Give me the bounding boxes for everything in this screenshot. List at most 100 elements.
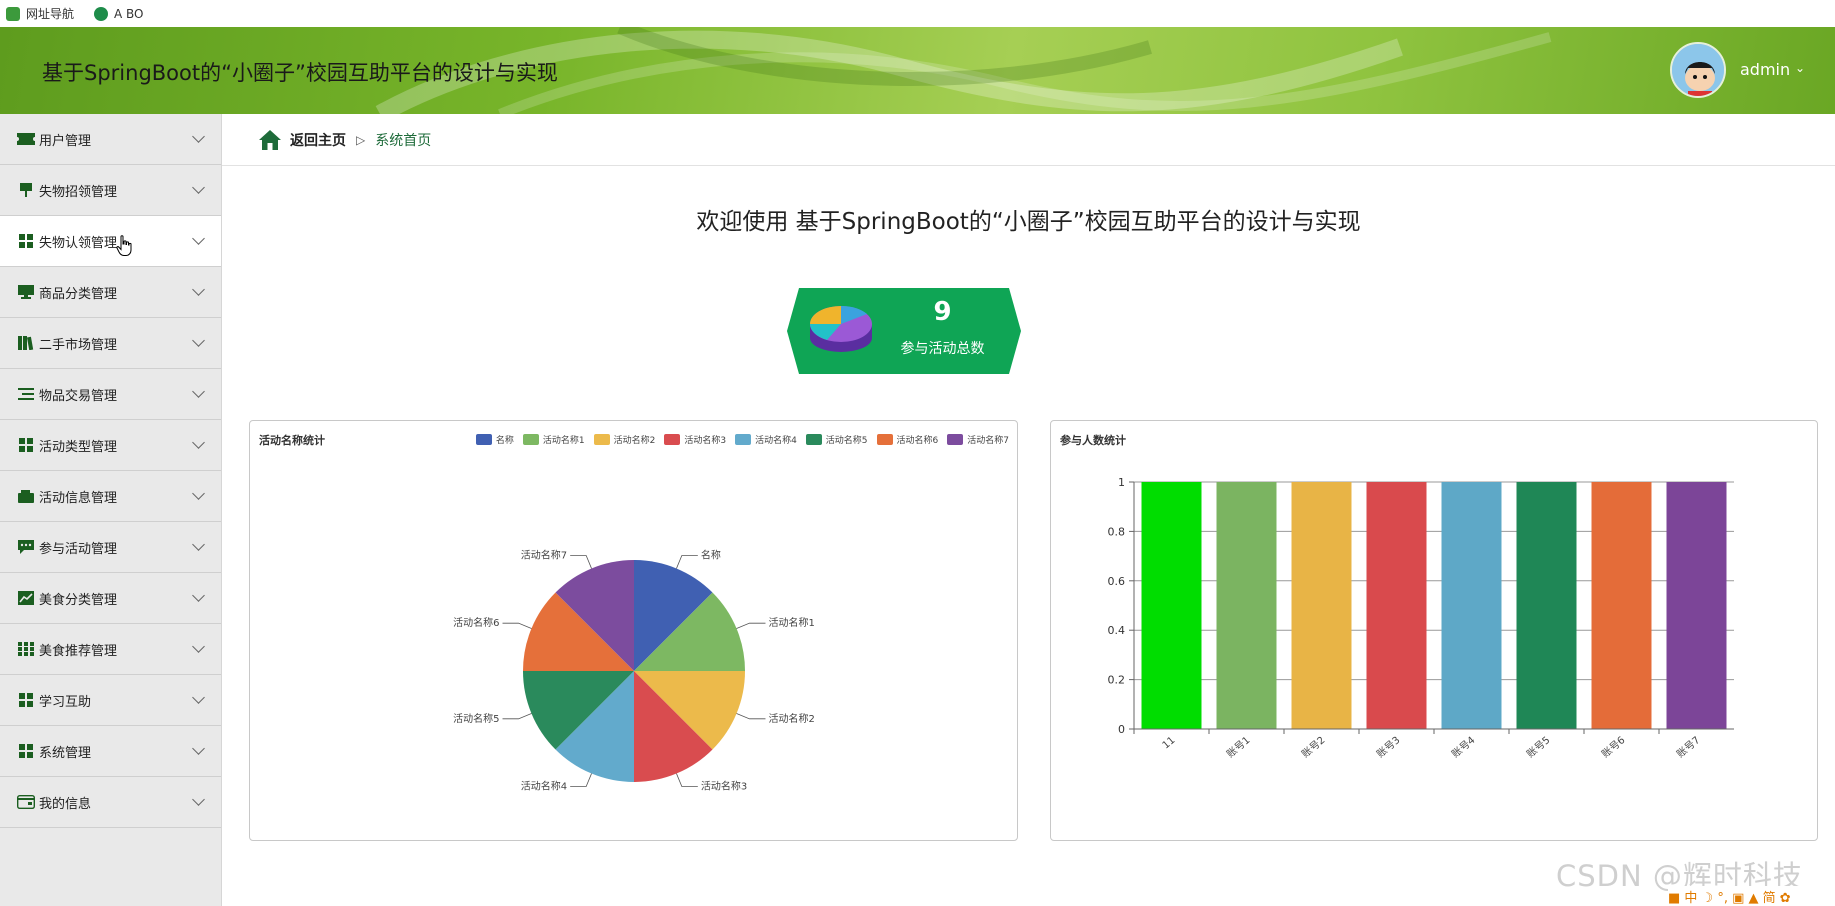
bar[interactable]	[1141, 482, 1202, 729]
pie-label-line	[736, 622, 766, 629]
user-name[interactable]: admin	[1740, 60, 1790, 79]
y-tick-label: 0.4	[1108, 624, 1126, 637]
bookmarks-bar: 网址导航 A BO	[0, 0, 1835, 27]
y-tick-label: 0.2	[1108, 674, 1126, 687]
grid-icon	[17, 693, 35, 707]
x-tick-label: 11	[1161, 735, 1178, 752]
x-tick-label: 账号6	[1600, 734, 1628, 760]
breadcrumb-separator-icon: ▷	[356, 132, 366, 147]
sidebar-item-activity-type[interactable]: 活动类型管理	[0, 420, 221, 471]
sidebar-item-food-recommend[interactable]: 美食推荐管理	[0, 624, 221, 675]
chevron-down-icon	[192, 436, 205, 449]
pie-label-line	[676, 773, 698, 787]
ime-status-icon: ■ 中 ☽ °, ▣ ▲ 简 ✿	[1668, 890, 1791, 906]
sidebar-item-label: 二手市场管理	[39, 337, 118, 353]
stat-value: 9	[933, 297, 952, 327]
grid-icon	[17, 438, 35, 452]
chevron-down-icon	[192, 283, 205, 296]
sidebar-item-label: 商品分类管理	[39, 286, 118, 302]
pie-label-line	[502, 713, 532, 720]
site-title: 基于SpringBoot的“小圈子”校园互助平台的设计与实现	[42, 61, 558, 85]
x-tick-label: 账号1	[1225, 734, 1253, 760]
sidebar: 用户管理 失物招领管理 失物认领管理 商品分类管理 二手市场管理 物品交易管理 …	[0, 114, 222, 906]
y-tick-label: 0.8	[1108, 525, 1126, 538]
card-icon	[17, 795, 35, 809]
grid-icon	[17, 234, 35, 248]
site-header: 基于SpringBoot的“小圈子”校园互助平台的设计与实现 admin ⌄	[0, 27, 1835, 114]
pie-label-line	[570, 773, 592, 787]
pie-chart-panel: 活动名称统计 名称 活动名称1 活动名称2 活动名称3 活动名称4 活动名称5 活动名称6 活…	[249, 420, 1018, 841]
bar[interactable]	[1441, 482, 1502, 729]
sidebar-item-food-category[interactable]: 美食分类管理	[0, 573, 221, 624]
stat-label: 参与活动总数	[900, 341, 985, 357]
table-icon	[17, 642, 35, 656]
breadcrumb-home-link[interactable]: 返回主页	[290, 130, 346, 150]
sidebar-item-second-hand[interactable]: 二手市场管理	[0, 318, 221, 369]
chart-icon	[17, 591, 35, 605]
pie-label-line	[570, 555, 592, 569]
chevron-down-icon[interactable]: ⌄	[1795, 61, 1805, 75]
y-tick-label: 0.6	[1108, 575, 1126, 588]
bookmark-item[interactable]: 网址导航	[6, 5, 74, 22]
sidebar-item-user[interactable]: 用户管理	[0, 114, 221, 165]
hand-cursor-icon	[116, 235, 132, 256]
chevron-down-icon	[192, 691, 205, 704]
sidebar-item-label: 活动信息管理	[39, 490, 118, 506]
bookmark-item[interactable]: A BO	[94, 6, 144, 21]
x-tick-label: 账号2	[1300, 734, 1328, 760]
bar[interactable]	[1291, 482, 1352, 729]
chevron-down-icon	[192, 232, 205, 245]
bar[interactable]	[1216, 482, 1277, 729]
pie-chart: 名称活动名称1 活动名称2 活动名称3 活动名称4 活动名称5 活动名称6 活动名称7	[453, 549, 815, 793]
sidebar-item-join-activity[interactable]: 参与活动管理	[0, 522, 221, 573]
wallet-icon	[17, 489, 35, 503]
chevron-down-icon	[192, 385, 205, 398]
home-icon[interactable]	[258, 129, 282, 151]
x-tick-label: 账号3	[1375, 734, 1403, 760]
flag-icon	[17, 183, 35, 197]
sidebar-item-label: 我的信息	[39, 796, 92, 812]
bar[interactable]	[1366, 482, 1427, 729]
sidebar-item-label: 用户管理	[39, 133, 92, 149]
sidebar-item-label: 系统管理	[39, 745, 92, 761]
breadcrumb-current: 系统首页	[375, 132, 432, 149]
breadcrumb: 返回主页 ▷ 系统首页	[222, 114, 1835, 166]
bar[interactable]	[1666, 482, 1727, 729]
monitor-icon	[17, 285, 35, 299]
bar[interactable]	[1591, 482, 1652, 729]
chevron-down-icon	[192, 742, 205, 755]
list-icon	[17, 387, 35, 401]
x-tick-label: 账号7	[1675, 734, 1703, 760]
pie-slice-label: 活动名称2	[768, 712, 814, 725]
pie-slice-label: 活动名称6	[453, 616, 499, 629]
bar[interactable]	[1516, 482, 1577, 729]
chevron-down-icon	[192, 181, 205, 194]
sidebar-item-my-info[interactable]: 我的信息	[0, 777, 221, 828]
pie-slice-label: 活动名称4	[521, 779, 567, 792]
home-icon	[6, 6, 20, 21]
bookmark-label: 网址导航	[26, 7, 75, 21]
sidebar-item-label: 活动类型管理	[39, 439, 118, 455]
chevron-down-icon	[192, 589, 205, 602]
chat-icon	[17, 540, 35, 554]
chevron-down-icon	[192, 640, 205, 653]
pie-slice-label: 活动名称1	[768, 616, 814, 629]
sidebar-item-system[interactable]: 系统管理	[0, 726, 221, 777]
sidebar-item-lost-found[interactable]: 失物招领管理	[0, 165, 221, 216]
sidebar-item-label: 失物认领管理	[39, 235, 118, 251]
sidebar-item-goods-category[interactable]: 商品分类管理	[0, 267, 221, 318]
sidebar-item-activity-info[interactable]: 活动信息管理	[0, 471, 221, 522]
bar-chart-panel: 参与人数统计 0 0.2 0.4 0.6 0.8 1 11 账号1 账号2 账号3 账号4 账号5 账号…	[1050, 420, 1818, 841]
chevron-down-icon	[192, 130, 205, 143]
avatar[interactable]	[1670, 42, 1726, 98]
sidebar-item-label: 失物招领管理	[39, 184, 118, 200]
x-tick-label: 账号5	[1525, 734, 1553, 760]
bookmark-label: A BO	[114, 6, 144, 21]
sidebar-item-trade[interactable]: 物品交易管理	[0, 369, 221, 420]
pie-label-line	[676, 555, 698, 569]
chevron-down-icon	[192, 334, 205, 347]
chevron-down-icon	[192, 487, 205, 500]
sidebar-item-study[interactable]: 学习互助	[0, 675, 221, 726]
sidebar-item-claim[interactable]: 失物认领管理	[0, 216, 221, 267]
sidebar-item-label: 参与活动管理	[39, 541, 118, 557]
